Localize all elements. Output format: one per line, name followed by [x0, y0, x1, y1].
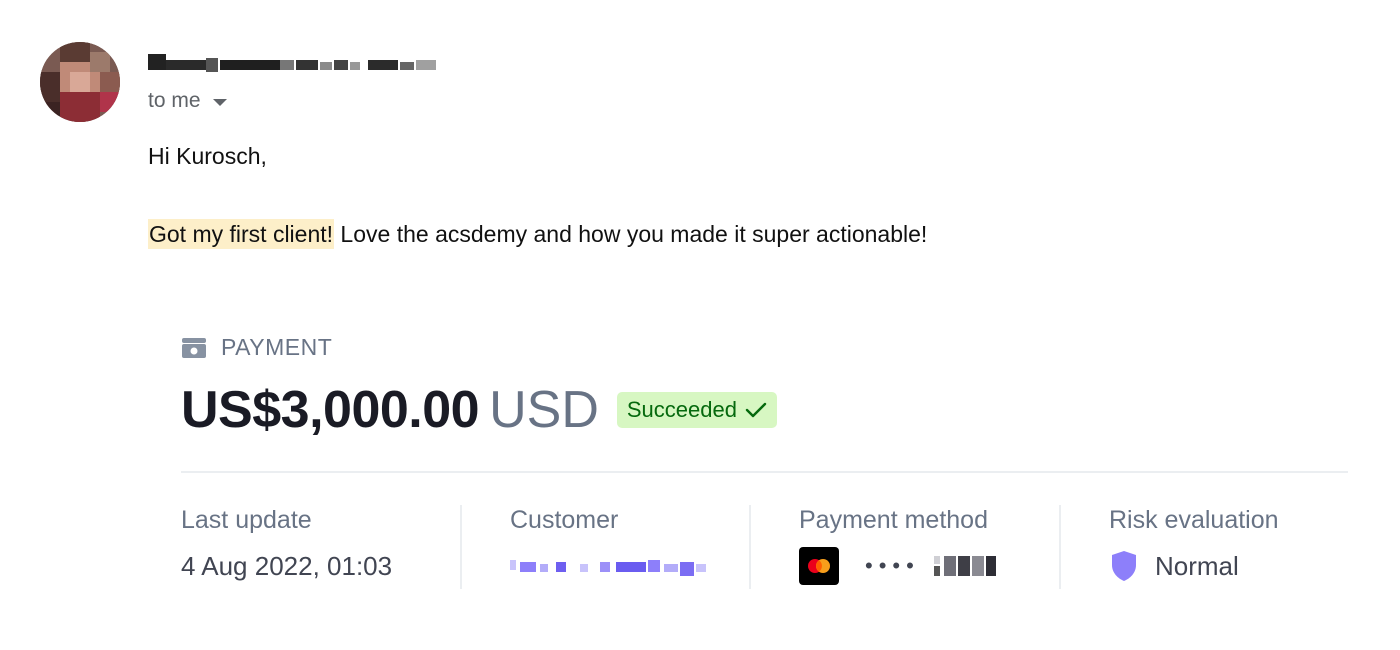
column-divider — [1059, 505, 1061, 589]
last-update-column: Last update 4 Aug 2022, 01:03 — [181, 506, 392, 584]
caret-down-icon — [212, 98, 227, 106]
status-badge: Succeeded — [616, 392, 777, 428]
wallet-icon — [182, 337, 206, 358]
email-message: Got my first client! Love the acsdemy an… — [148, 219, 928, 249]
mastercard-icon — [799, 547, 839, 585]
risk-value-row: Normal — [1109, 548, 1279, 584]
risk-column: Risk evaluation Normal — [1109, 506, 1279, 584]
payment-method-value: •••• — [799, 547, 998, 585]
customer-label: Customer — [510, 506, 619, 534]
last-update-label: Last update — [181, 506, 312, 534]
customer-column: Customer — [510, 506, 710, 584]
risk-value: Normal — [1155, 550, 1239, 581]
status-text: Succeeded — [626, 397, 737, 422]
to-me-label: to me — [148, 89, 201, 112]
payment-label-text: PAYMENT — [221, 334, 333, 360]
recipients-dropdown[interactable]: to me — [148, 89, 227, 113]
payment-amount: US$3,000.00 — [181, 381, 480, 439]
customer-link[interactable] — [510, 548, 710, 584]
payment-method-label: Payment method — [799, 506, 988, 534]
payment-method-column: Payment method •••• — [799, 506, 998, 585]
payment-currency: USD — [489, 381, 599, 439]
customer-email-redacted — [510, 560, 706, 576]
mastercard-circles — [808, 559, 830, 573]
card-divider — [181, 471, 1348, 473]
card-last4-redacted — [933, 556, 996, 576]
message-text: Love the acsdemy and how you made it sup… — [334, 221, 928, 247]
payment-section-label: PAYMENT — [181, 334, 332, 361]
email-greeting: Hi Kurosch, — [148, 143, 267, 169]
pixelated-avatar-image — [40, 42, 120, 122]
card-mask: •••• — [865, 553, 920, 578]
sender-avatar[interactable] — [40, 42, 120, 122]
column-divider — [749, 505, 751, 589]
last-update-value: 4 Aug 2022, 01:03 — [181, 550, 393, 581]
amount-row: US$3,000.00 USD Succeeded — [181, 380, 777, 440]
sender-name-redacted — [148, 54, 436, 72]
highlighted-text: Got my first client! — [148, 219, 335, 249]
risk-evaluation-label: Risk evaluation — [1109, 506, 1279, 534]
shield-icon — [1112, 551, 1136, 581]
column-divider — [460, 505, 462, 589]
checkmark-icon — [745, 402, 767, 418]
